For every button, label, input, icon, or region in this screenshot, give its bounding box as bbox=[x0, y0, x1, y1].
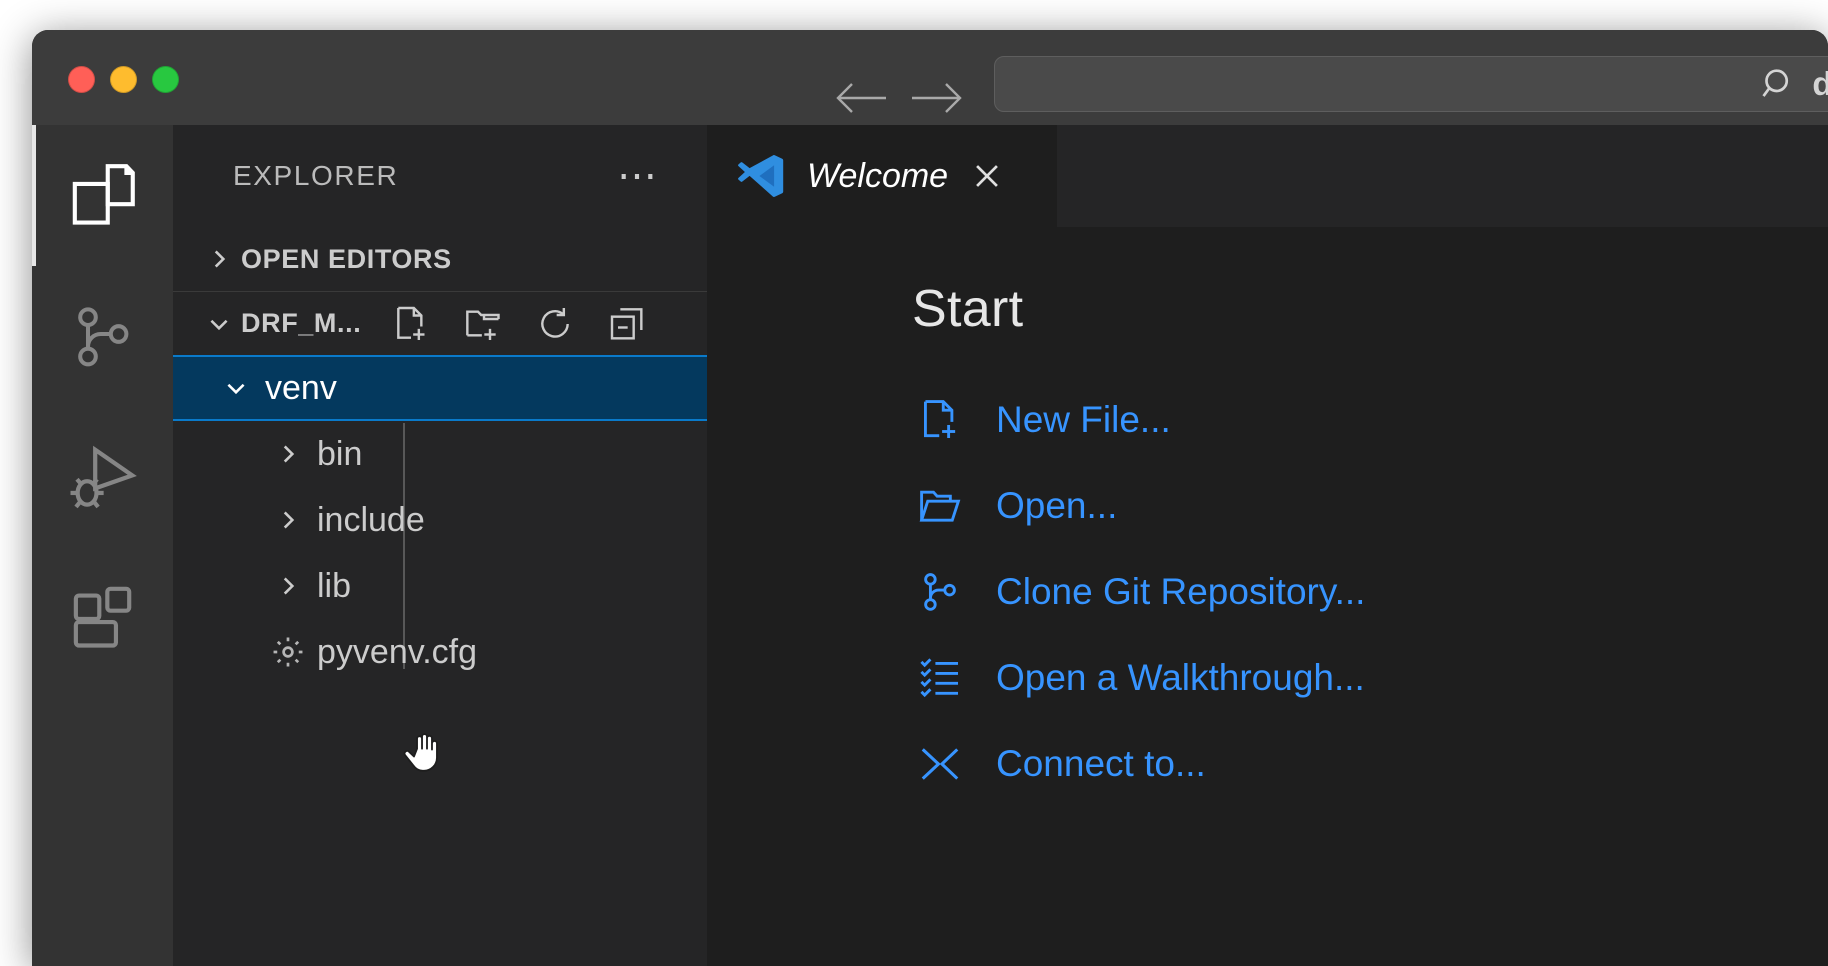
start-item-label: Open... bbox=[996, 485, 1117, 527]
start-item-label: Connect to... bbox=[996, 743, 1206, 785]
activitybar-item-explorer[interactable] bbox=[32, 125, 173, 266]
section-workspace-folder-label: DRF_M... bbox=[241, 308, 361, 339]
tree-item-bin[interactable]: bin bbox=[173, 421, 707, 487]
chevron-right-icon[interactable] bbox=[261, 441, 315, 467]
close-icon[interactable] bbox=[970, 159, 1004, 193]
title-bar: drf bbox=[32, 30, 1828, 125]
start-item-open[interactable]: Open... bbox=[912, 463, 1828, 549]
source-control-icon bbox=[912, 569, 968, 615]
explorer-folder-actions bbox=[391, 304, 647, 344]
window-maximize-button[interactable] bbox=[152, 66, 179, 93]
tree-item-label: lib bbox=[315, 567, 351, 606]
source-control-icon bbox=[67, 301, 139, 373]
editor-area: Welcome Start bbox=[707, 125, 1828, 966]
gear-icon bbox=[261, 635, 315, 669]
start-heading: Start bbox=[912, 279, 1828, 339]
extensions-icon bbox=[66, 582, 140, 656]
remote-connect-icon bbox=[912, 741, 968, 787]
page-title: EXPLORER bbox=[233, 160, 398, 192]
side-bar-explorer: EXPLORER ⋯ OPEN EDITORS DR bbox=[173, 125, 707, 966]
new-file-icon bbox=[912, 397, 968, 443]
file-tree: venv bin bbox=[173, 355, 707, 685]
tree-item-venv[interactable]: venv bbox=[173, 355, 707, 421]
tree-item-label: bin bbox=[315, 435, 362, 474]
window-close-button[interactable] bbox=[68, 66, 95, 93]
open-folder-icon bbox=[912, 483, 968, 529]
editor-tab-bar: Welcome bbox=[707, 125, 1828, 227]
tree-item-label: include bbox=[315, 501, 425, 540]
tree-item-label: venv bbox=[263, 369, 337, 408]
start-item-label: Clone Git Repository... bbox=[996, 571, 1365, 613]
start-item-connect-to[interactable]: Connect to... bbox=[912, 721, 1828, 807]
mouse-cursor-pointer bbox=[401, 727, 453, 779]
section-open-editors[interactable]: OPEN EDITORS bbox=[173, 227, 707, 291]
window-minimize-button[interactable] bbox=[110, 66, 137, 93]
tree-item-include[interactable]: include bbox=[173, 487, 707, 553]
activitybar-item-extensions[interactable] bbox=[32, 548, 173, 689]
search-icon bbox=[1760, 65, 1798, 103]
section-open-editors-label: OPEN EDITORS bbox=[241, 244, 452, 275]
activity-bar bbox=[32, 125, 173, 966]
tree-item-lib[interactable]: lib bbox=[173, 553, 707, 619]
tab-label: Welcome bbox=[807, 157, 948, 196]
start-item-open-walkthrough[interactable]: Open a Walkthrough... bbox=[912, 635, 1828, 721]
workbench-body: EXPLORER ⋯ OPEN EDITORS DR bbox=[32, 125, 1828, 966]
quick-open-value: drf bbox=[1812, 65, 1828, 103]
run-debug-icon bbox=[64, 439, 142, 517]
chevron-right-icon[interactable] bbox=[261, 507, 315, 533]
arrow-left-icon[interactable] bbox=[832, 78, 888, 118]
tab-welcome[interactable]: Welcome bbox=[707, 125, 1057, 227]
new-folder-icon[interactable] bbox=[463, 304, 503, 344]
tree-item-label: pyvenv.cfg bbox=[315, 633, 477, 672]
section-workspace-folder[interactable]: DRF_M... bbox=[173, 291, 707, 355]
arrow-right-icon[interactable] bbox=[910, 78, 966, 118]
tree-item-pyvenv-cfg[interactable]: pyvenv.cfg bbox=[173, 619, 707, 685]
start-item-label: Open a Walkthrough... bbox=[996, 657, 1365, 699]
vscode-logo-icon bbox=[737, 152, 785, 200]
chevron-right-icon bbox=[197, 246, 241, 272]
quick-open-input[interactable]: drf bbox=[994, 56, 1828, 112]
explorer-header: EXPLORER ⋯ bbox=[173, 125, 707, 227]
vscode-window: drf bbox=[32, 30, 1828, 966]
chevron-down-icon[interactable] bbox=[209, 375, 263, 401]
chevron-down-icon bbox=[197, 311, 241, 337]
activitybar-item-run-debug[interactable] bbox=[32, 407, 173, 548]
collapse-all-icon[interactable] bbox=[607, 304, 647, 344]
more-actions-icon[interactable]: ⋯ bbox=[617, 167, 661, 185]
refresh-icon[interactable] bbox=[535, 304, 575, 344]
welcome-page: Start New File... bbox=[707, 227, 1828, 807]
chevron-right-icon[interactable] bbox=[261, 573, 315, 599]
activitybar-item-source-control[interactable] bbox=[32, 266, 173, 407]
start-item-clone-git-repository[interactable]: Clone Git Repository... bbox=[912, 549, 1828, 635]
start-item-label: New File... bbox=[996, 399, 1171, 441]
start-item-new-file[interactable]: New File... bbox=[912, 377, 1828, 463]
files-icon bbox=[65, 158, 141, 234]
new-file-icon[interactable] bbox=[391, 304, 431, 344]
checklist-icon bbox=[912, 655, 968, 701]
